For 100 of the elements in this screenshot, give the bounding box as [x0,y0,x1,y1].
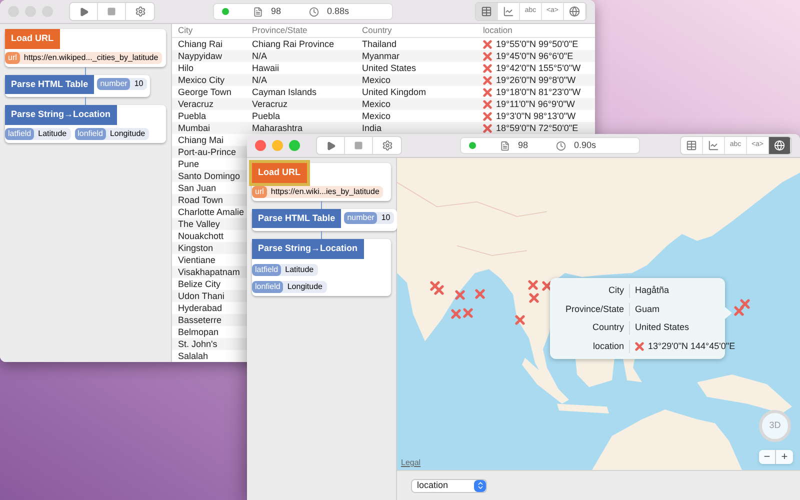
zoom-out-button[interactable]: − [759,450,776,464]
parameter-key: url [5,52,20,64]
map-marker-icon [475,289,485,299]
view-tab[interactable] [476,3,498,20]
run-duration: 0.88s [327,4,350,18]
map-marker-icon [734,306,744,316]
map-marker-icon [515,315,525,325]
column-header[interactable]: location [477,24,595,37]
table-cell-text: The Valley [177,218,221,231]
tooltip-label: Country [550,321,630,334]
record-count: 98 [518,138,528,152]
parameter-field[interactable]: lonfield Longitude [74,128,150,140]
column-header[interactable]: Province/State [246,24,356,37]
parameter-field[interactable]: lonfield Longitude [252,280,327,292]
table-icon [481,6,492,17]
table-cell-text: George Town [177,86,232,99]
table-cell-text: Port-au-Prince [177,146,238,159]
parameter-field[interactable]: number 10 [344,212,394,224]
parameter-key: number [344,212,378,224]
parameter-field[interactable]: url https://en.wiki...ies_by_latitude [252,186,384,198]
table-cell-text: Naypyidaw [177,50,224,63]
map-marker-icon [740,299,750,309]
stop-icon [107,7,116,16]
table-cell-text: Vientiane [177,254,216,267]
table-cell-text: Charlotte Amalie [177,206,246,219]
table-cell-text: Puebla [177,110,208,123]
node-title[interactable]: Parse String→Location [252,239,364,258]
clock-icon [556,140,566,150]
zoom-in-button[interactable]: + [776,450,793,464]
node-card[interactable]: Load URL url https://en.wikiped..._cities_by_latitude [5,29,166,66]
node-title[interactable]: Parse HTML Table [252,208,342,228]
line-chart-icon [708,140,719,151]
table-cell-text: Belmopan [177,326,220,339]
table-cell-text: Mumbai [177,122,212,135]
table-cell-text: Visakhapatnam [177,266,241,279]
map-marker-icon [542,281,552,291]
node-title[interactable]: Parse String→Location [5,105,117,124]
parameter-key: number [97,78,130,90]
table-cell-text: India [361,122,383,135]
node-card[interactable]: Parse HTML Table number 10 [252,208,398,231]
clock-icon [309,6,320,16]
node-card[interactable]: Parse HTML Table number 10 [5,74,150,97]
table-cell-text: 19°3'0"N 98°13'0"W [496,110,576,123]
tooltip-label: City [550,284,630,298]
globe-icon [569,6,580,17]
play-icon [78,6,88,16]
map-marker-icon [528,280,538,290]
connector-line [85,97,86,105]
parameter-field[interactable]: url https://en.wikiped..._cities_by_latitude [5,52,162,64]
connector-line [321,200,322,208]
column-header[interactable]: Country [356,24,477,37]
play-icon [326,140,336,150]
column-header[interactable]: City [172,24,246,37]
legal-link[interactable]: Legal [401,458,421,468]
view-tab[interactable] [769,137,791,154]
parameter-field[interactable]: latfield Latitude [5,128,71,140]
table-cell-text: Hilo [177,62,195,75]
node-card[interactable]: Load URL url https://en.wiki...ies_by_latitude [252,163,391,200]
parameter-value: Longitude [287,280,323,292]
table-cell-text: Udon Thani [177,290,226,303]
connector-line [321,231,322,239]
record-count: 98 [271,4,282,18]
run-duration: 0.90s [574,138,596,152]
tooltip-value: Guam [635,302,660,316]
parameter-value: https://en.wiki...ies_by_latitude [270,186,380,198]
table-cell-text: Mexico [361,98,392,111]
table-cell-text: 19°45'0"N 96°6'0"E [496,50,574,63]
parameter-value: 10 [134,78,144,90]
parameter-field[interactable]: latfield Latitude [252,264,318,276]
table-cell-text: N/A [251,50,268,63]
table-cell-text: Pune [177,158,200,171]
connector-line [85,66,86,74]
document-icon [500,140,510,150]
table-cell-text: N/A [251,74,268,87]
table-cell-text: Puebla [251,110,282,123]
table-cell-text: 19°26'0"N 99°8'0"W [496,74,576,87]
stop-icon [354,141,363,150]
tooltip-label: location [550,340,630,353]
table-icon [686,140,697,151]
map-marker-icon [529,293,539,303]
field-select[interactable]: location [411,478,487,492]
table-cell-text: Veracruz [177,98,215,111]
window-control-icon[interactable] [255,140,266,151]
line-chart-icon [503,6,514,17]
table-cell-text: Chiang Mai [177,134,225,147]
node-title[interactable]: Parse HTML Table [5,74,94,94]
parameter-field[interactable]: number 10 [97,78,148,90]
table-cell-text: St. John's [177,338,218,351]
globe-icon [774,140,785,151]
node-card[interactable]: Parse String→Location latfield Latitude lonfield Longitude [5,105,166,142]
table-cell-text: 19°11'0"N 96°9'0"W [496,98,575,111]
table-cell-text: Thailand [361,38,398,51]
node-card[interactable]: Parse String→Location latfield Latitude lonfield Longitude [252,239,391,296]
table-cell-text: 18°59'0"N 72°50'0"E [496,122,578,135]
document-icon [253,6,263,16]
table-cell-text: Maharashtra [251,122,304,135]
parameter-value: Latitude [38,128,67,140]
table-cell-text: Mexico [361,74,392,87]
settings-icon [382,140,392,151]
tooltip-label: Province/State [550,302,630,316]
